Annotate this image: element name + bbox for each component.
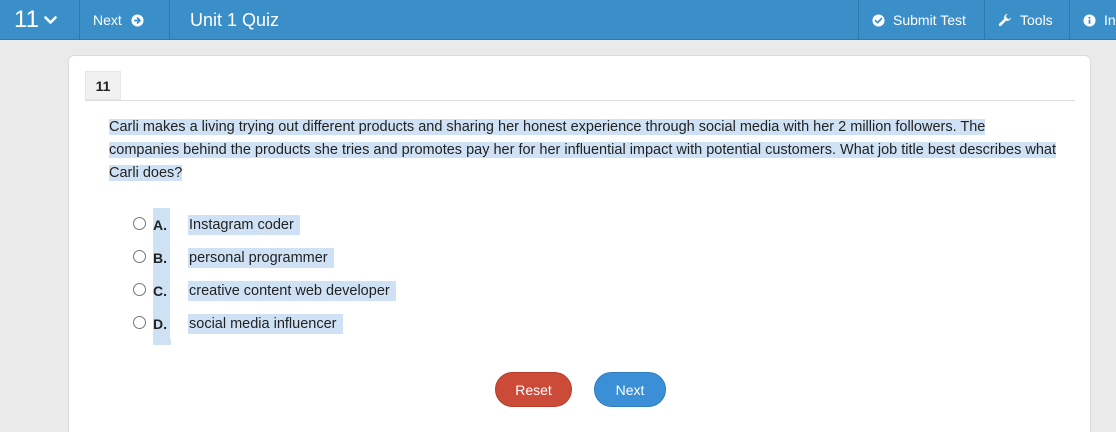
info-label: Info [1104,12,1116,28]
option-b-text: personal programmer [188,247,334,268]
question-text: Carli makes a living trying out differen… [109,116,1059,185]
option-a-text: Instagram coder [188,214,300,235]
option-c[interactable]: C. creative content web developer [133,274,396,307]
topbar-next-label: Next [93,12,122,28]
option-d-text: social media influencer [188,313,343,334]
info-circle-icon [1083,13,1096,27]
submit-test-label: Submit Test [893,12,966,28]
option-d-letter: D. [153,307,170,340]
option-c-text: creative content web developer [188,280,396,301]
option-b-letter: B. [153,241,170,274]
chevron-down-icon [44,15,57,25]
question-card: 11 Carli makes a living trying out diffe… [68,55,1091,432]
divider [85,100,1075,101]
tools-button[interactable]: Tools [984,0,1069,40]
option-c-radio[interactable] [133,282,146,296]
next-button[interactable]: Next [594,372,666,407]
selection-highlight [153,339,171,345]
page-title: Unit 1 Quiz [190,9,280,30]
info-button[interactable]: Info [1069,0,1116,40]
submit-test-button[interactable]: Submit Test [858,0,984,40]
option-a[interactable]: A. Instagram coder [133,208,396,241]
option-a-radio[interactable] [133,216,146,230]
question-selector-number: 11 [14,6,39,33]
tools-label: Tools [1020,12,1053,28]
option-b[interactable]: B. personal programmer [133,241,396,274]
option-c-letter: C. [153,274,170,307]
question-selector[interactable]: 11 [0,0,80,40]
wrench-icon [998,13,1012,27]
arrow-circle-right-icon [131,13,144,27]
answer-options: A. Instagram coder B. personal programme… [133,208,396,340]
option-d[interactable]: D. social media influencer [133,307,396,340]
top-bar: 11 Next Unit 1 Quiz Submit Test Tools In [0,0,1116,40]
check-circle-icon [872,13,885,27]
option-b-radio[interactable] [133,249,146,263]
question-text-content: Carli makes a living trying out differen… [109,119,1057,181]
option-a-letter: A. [153,208,170,241]
topbar-next-button[interactable]: Next [80,0,170,40]
reset-button[interactable]: Reset [495,372,572,407]
option-d-radio[interactable] [133,315,146,329]
question-number-badge: 11 [85,71,121,100]
